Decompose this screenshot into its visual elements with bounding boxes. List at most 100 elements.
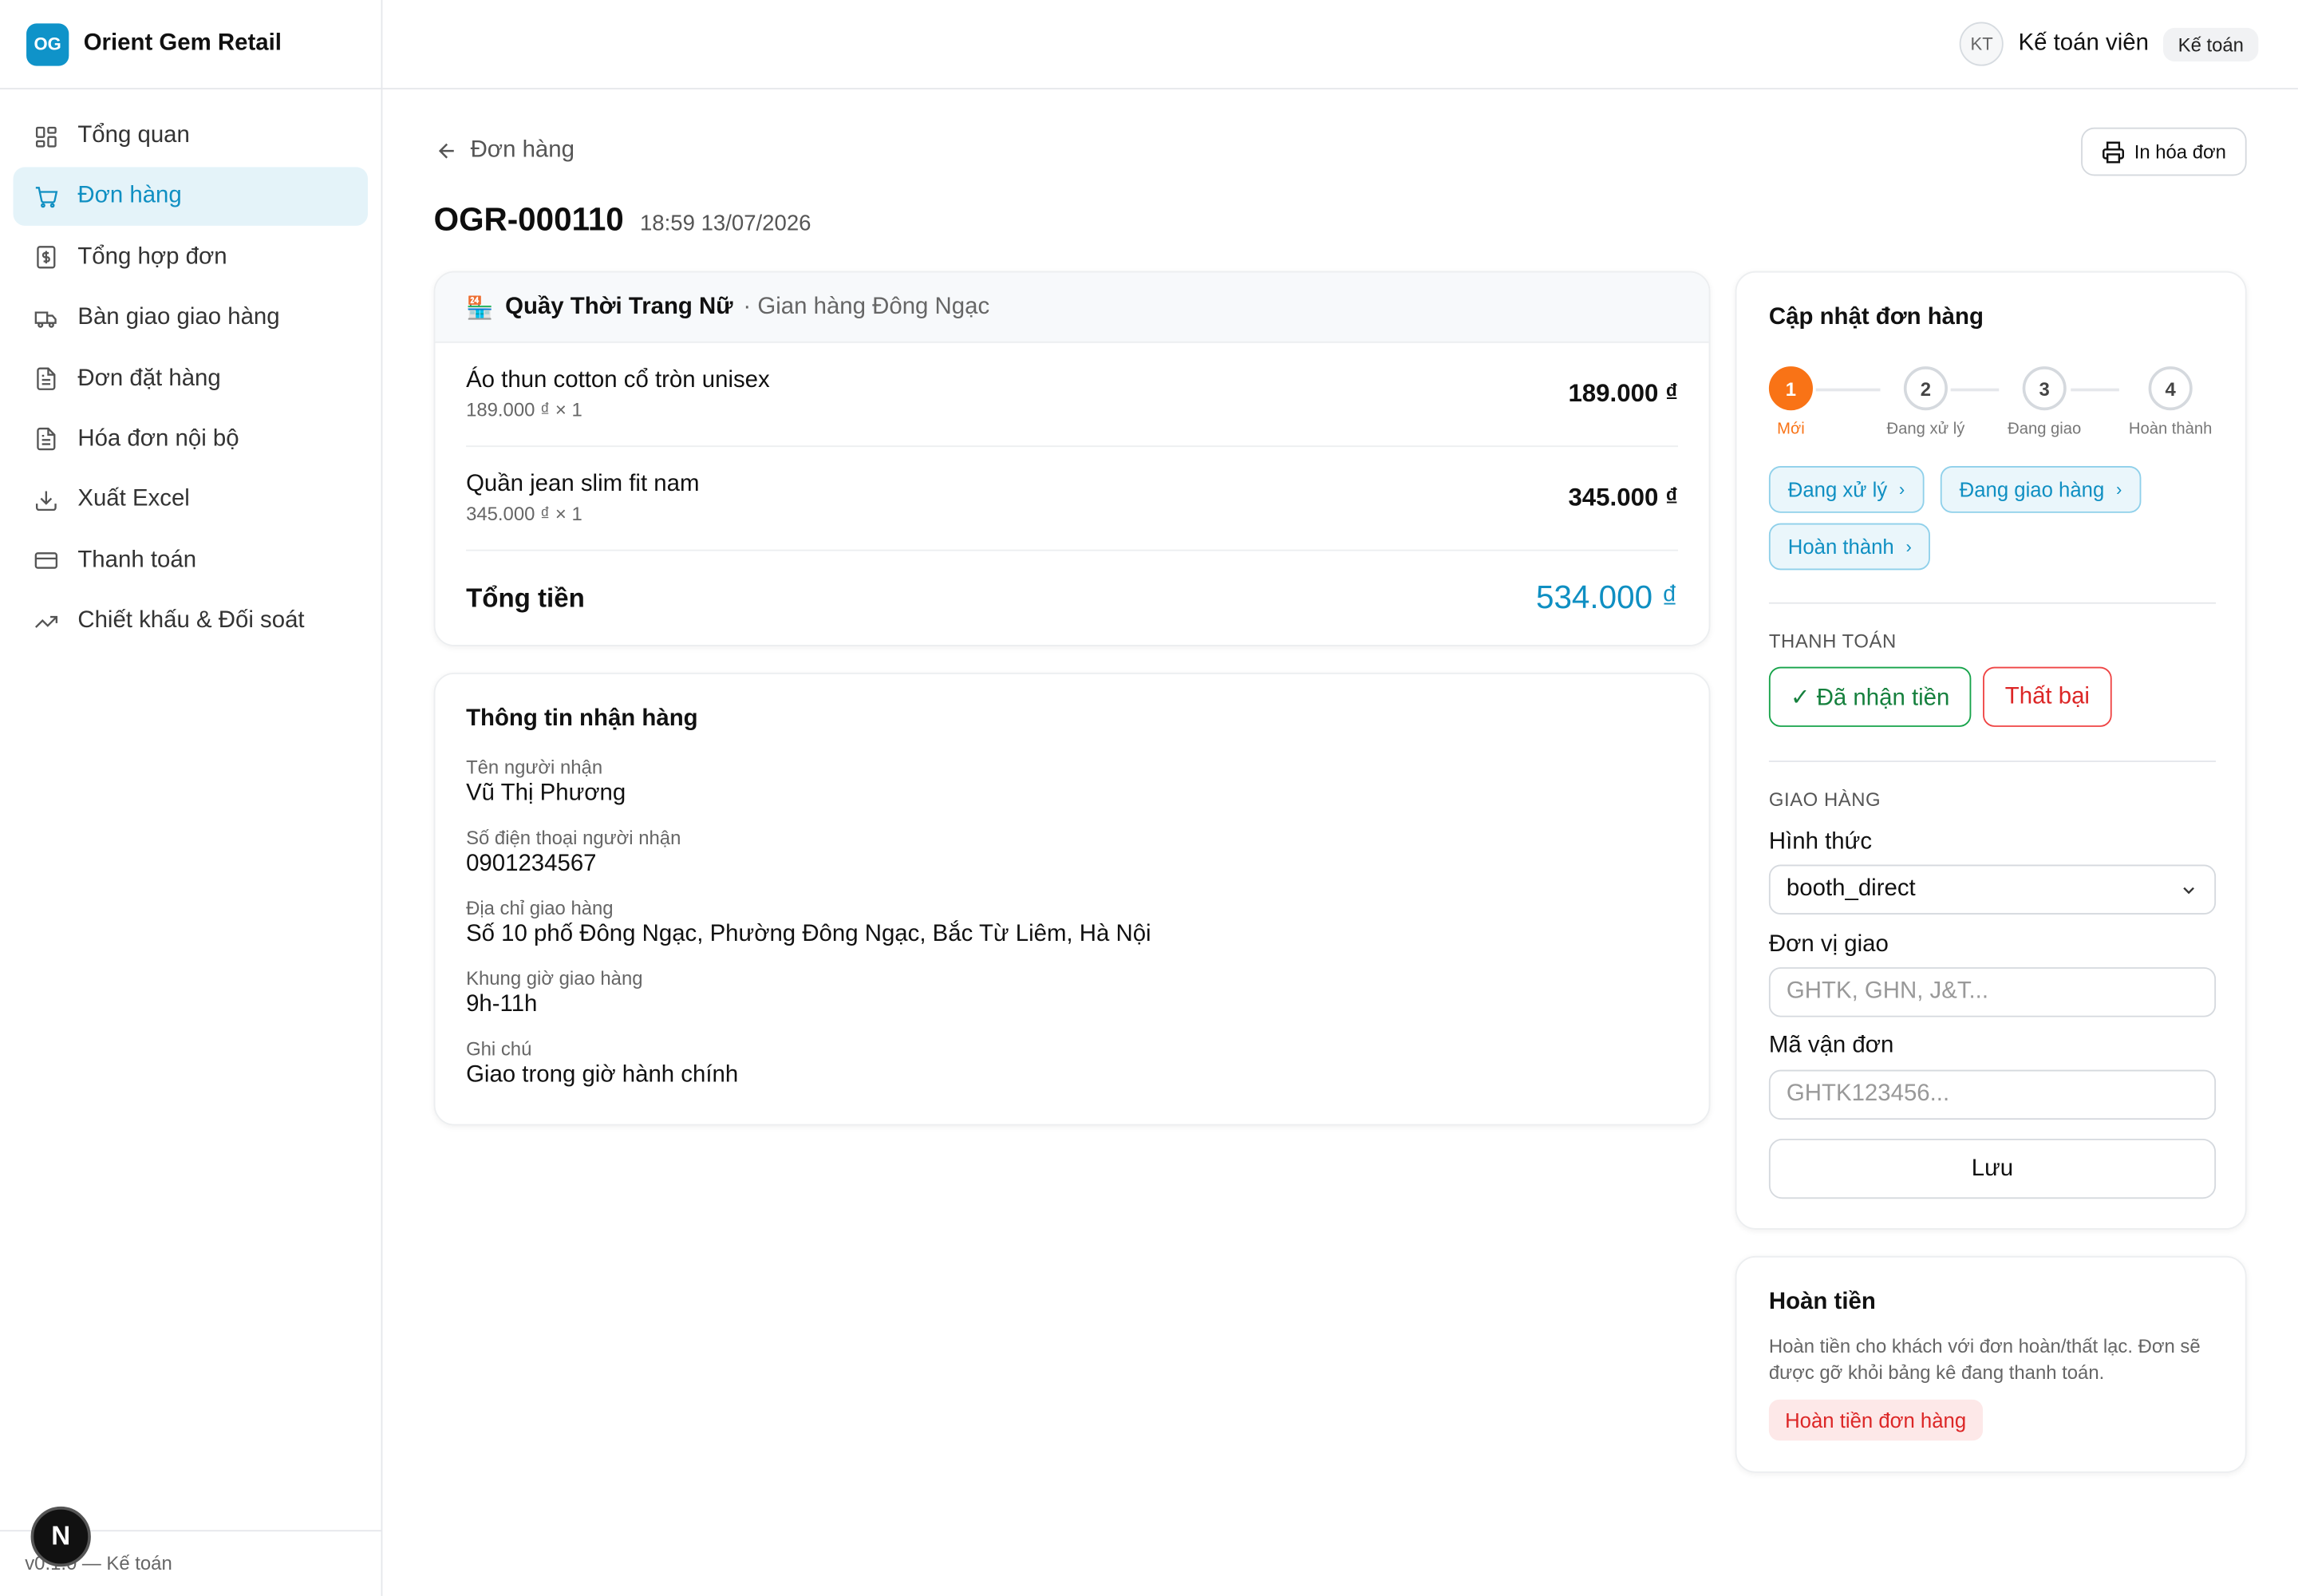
tracking-input[interactable]: GHTK123456... (1768, 1069, 2217, 1120)
brand: OG Orient Gem Retail (0, 0, 381, 90)
sidebar-item-payment[interactable]: Thanh toán (14, 531, 368, 590)
brand-logo[interactable]: OG (26, 22, 69, 65)
back-link-label: Đơn hàng (470, 137, 574, 163)
booth-name: · Gian hàng Đông Ngạc (743, 294, 990, 319)
status-button-label: Hoàn thành (1787, 535, 1894, 559)
sidebar-item-label: Đơn đặt hàng (77, 365, 221, 391)
set-shipping-button[interactable]: Đang giao hàng › (1940, 466, 2142, 513)
note-field: Ghi chú Giao trong giờ hành chính (466, 1037, 738, 1088)
sidebar-item-label: Tổng quan (77, 123, 190, 148)
step-label: Hoàn thành (2128, 421, 2213, 439)
field-label: Ghi chú (466, 1037, 532, 1060)
brand-name[interactable]: Orient Gem Retail (84, 31, 282, 57)
divider (1768, 602, 2217, 604)
chevron-right-icon: › (1905, 536, 1912, 557)
step-number: 3 (2022, 366, 2067, 411)
list-item: Quần jean slim fit nam 345.000 ₫ × 1 345… (466, 447, 1679, 551)
top-header: KT Kế toán viên Kế toán (382, 0, 2298, 90)
recipient-name-field: Tên người nhận Vũ Thị Phương (466, 757, 626, 808)
sidebar-item-label: Thanh toán (77, 547, 197, 573)
avatar[interactable]: KT (1960, 22, 2004, 66)
page-title: OGR-000110 18:59 13/07/2026 (434, 201, 811, 239)
user-name: Kế toán viên (2018, 30, 2149, 56)
order-id: OGR-000110 (433, 200, 624, 238)
order-items-card: 🏪 Quầy Thời Trang Nữ · Gian hàng Đông Ng… (433, 271, 1711, 646)
order-time: 18:59 13/07/2026 (639, 211, 811, 236)
field-value: 0901234567 (466, 851, 597, 877)
select-value: booth_direct (1786, 876, 1916, 902)
sidebar-item-label: Xuất Excel (77, 487, 190, 512)
back-link[interactable]: Đơn hàng (435, 138, 574, 164)
sidebar-item-label: Chiết khấu & Đối soát (77, 608, 305, 634)
sidebar-item-internal-invoices[interactable]: Hóa đơn nội bộ (14, 410, 368, 468)
field-value: Vũ Thị Phương (466, 780, 626, 807)
sidebar-item-purchase-orders[interactable]: Đơn đặt hàng (14, 350, 368, 408)
update-title: Cập nhật đơn hàng (1768, 304, 1984, 330)
chevron-down-icon (2183, 887, 2194, 895)
chevron-right-icon: › (2115, 479, 2122, 500)
sidebar-item-order-summary[interactable]: Tổng hợp đơn (14, 228, 368, 286)
item-unit-qty: 345.000 ₫ × 1 (466, 502, 582, 525)
item-name: Quần jean slim fit nam (466, 472, 700, 497)
sidebar-item-export-excel[interactable]: Xuất Excel (14, 471, 368, 529)
total-label: Tổng tiền (466, 583, 585, 613)
store-icon: 🏪 (466, 295, 494, 321)
method-label: Hình thức (1768, 829, 1873, 855)
step-label: Đang giao (2008, 421, 2082, 439)
delivery-window-field: Khung giờ giao hàng 9h-11h (466, 967, 642, 1018)
step-shipping: 3 Đang giao (2002, 366, 2087, 438)
step-new: 1 Mới (1764, 366, 1817, 438)
set-processing-button[interactable]: Đang xử lý › (1768, 466, 1925, 513)
status-button-label: Đang giao hàng (1959, 477, 2105, 502)
payment-section-label: THANH TOÁN (1768, 630, 1897, 653)
refund-description: Hoàn tiền cho khách với đơn hoàn/thất lạ… (1768, 1335, 2201, 1384)
sidebar-item-discount-reconcile[interactable]: Chiết khấu & Đối soát (14, 592, 368, 650)
download-icon (34, 488, 58, 512)
item-unit-qty: 189.000 ₫ × 1 (466, 398, 582, 421)
order-update-card: Cập nhật đơn hàng 1 Mới 2 Đang xử lý 3 Đ… (1735, 271, 2247, 1230)
payment-received-button[interactable]: ✓ Đã nhận tiền (1768, 666, 1972, 727)
sidebar-item-handover[interactable]: Bàn giao giao hàng (14, 289, 368, 347)
save-button[interactable]: Lưu (1768, 1138, 2217, 1199)
step-label: Đang xử lý (1886, 421, 1965, 439)
receiver-title: Thông tin nhận hàng (466, 706, 698, 732)
sidebar: OG Orient Gem Retail Tổng quan Đơn hàng (0, 0, 383, 1596)
credit-card-icon (34, 548, 58, 573)
refund-order-button[interactable]: Hoàn tiền đơn hàng (1768, 1399, 1983, 1441)
step-number: 1 (1768, 366, 1813, 411)
payment-failed-button[interactable]: Thất bại (1983, 666, 2112, 727)
item-name: Áo thun cotton cổ tròn unisex (466, 367, 770, 393)
nextjs-dev-badge[interactable]: N (30, 1506, 91, 1567)
dollar-file-icon (34, 245, 58, 270)
document-icon (34, 427, 58, 452)
delivery-address-field: Địa chỉ giao hàng Số 10 phố Đông Ngạc, P… (466, 897, 1151, 948)
refund-title: Hoàn tiền (1768, 1290, 1876, 1315)
receiver-info-card: Thông tin nhận hàng Tên người nhận Vũ Th… (433, 672, 1711, 1126)
sidebar-item-label: Hóa đơn nội bộ (77, 426, 239, 452)
trending-up-icon (34, 609, 58, 634)
carrier-label: Đơn vị giao (1768, 932, 1889, 958)
shipping-method-select[interactable]: booth_direct (1768, 864, 2217, 915)
item-price: 345.000 ₫ (1568, 484, 1679, 512)
store-header: 🏪 Quầy Thời Trang Nữ · Gian hàng Đông Ng… (435, 272, 1709, 343)
set-completed-button[interactable]: Hoàn thành › (1768, 523, 1931, 571)
field-label: Khung giờ giao hàng (466, 967, 643, 990)
printer-icon (2103, 140, 2125, 163)
divider (1768, 760, 2217, 762)
sidebar-nav: Tổng quan Đơn hàng Tổng hợp đơn Bàn giao… (0, 89, 381, 651)
print-invoice-button[interactable]: In hóa đơn (2081, 127, 2247, 176)
field-value: Số 10 phố Đông Ngạc, Phường Đông Ngạc, B… (466, 922, 1151, 947)
sidebar-item-orders[interactable]: Đơn hàng (13, 168, 369, 227)
carrier-input[interactable]: GHTK, GHN, J&T... (1768, 967, 2217, 1017)
sidebar-item-overview[interactable]: Tổng quan (14, 107, 368, 165)
field-label: Địa chỉ giao hàng (466, 896, 614, 919)
chevron-right-icon: › (1898, 479, 1905, 500)
sidebar-item-label: Bàn giao giao hàng (77, 305, 280, 330)
cart-icon (34, 184, 58, 209)
print-invoice-label: In hóa đơn (2134, 140, 2226, 163)
tracking-label: Mã vận đơn (1768, 1033, 1894, 1058)
step-completed: 4 Hoàn thành (2121, 366, 2221, 438)
status-button-label: Đang xử lý (1787, 477, 1888, 502)
list-item: Áo thun cotton cổ tròn unisex 189.000 ₫ … (466, 343, 1679, 448)
truck-icon (34, 306, 58, 330)
